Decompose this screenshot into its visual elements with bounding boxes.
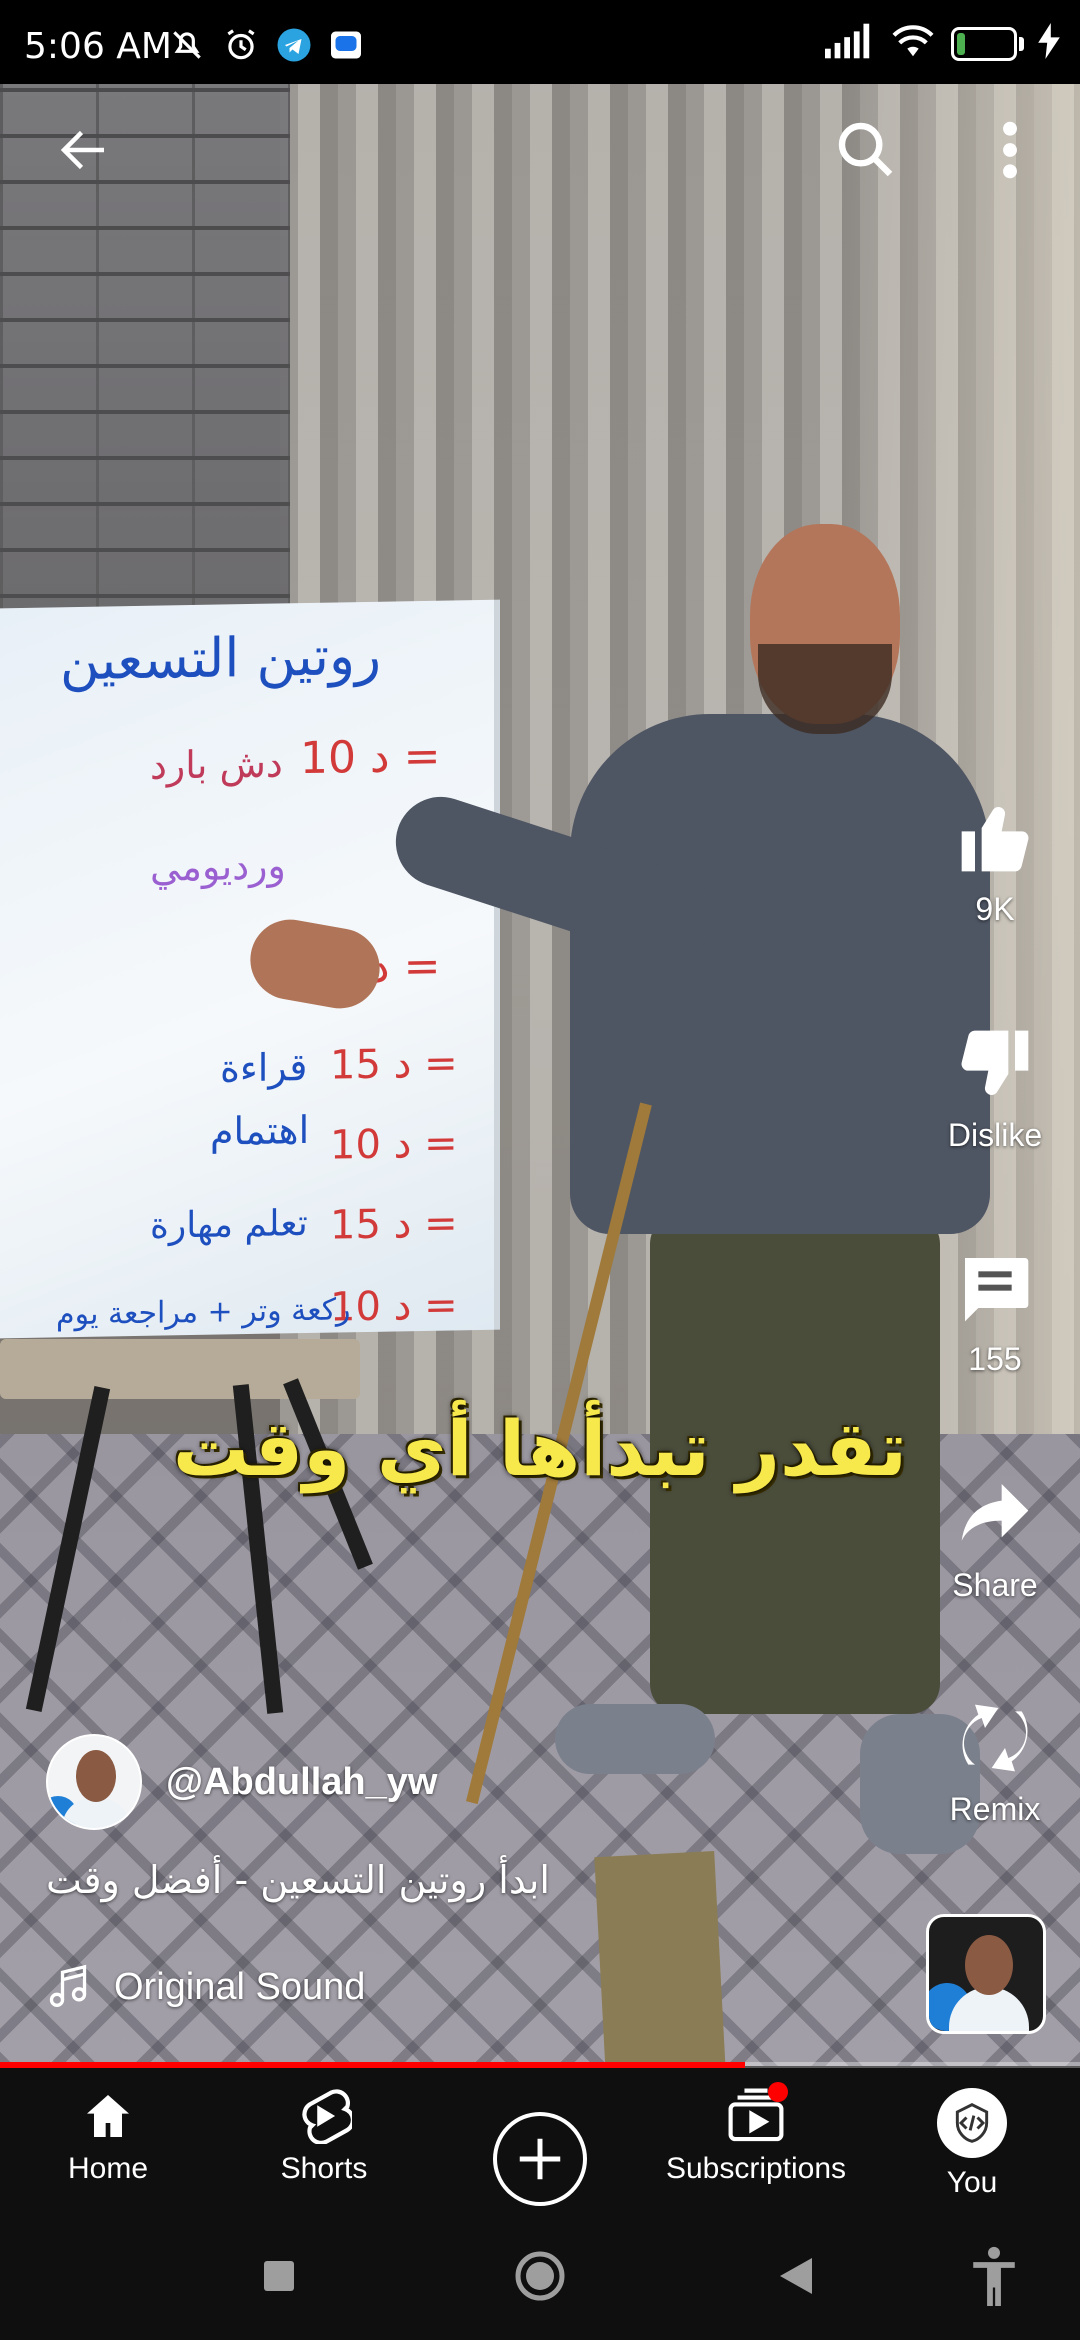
easel-stool (0, 1339, 360, 1399)
triangle-back-icon (780, 2258, 812, 2294)
dislike-button[interactable]: Dislike (910, 1024, 1080, 1154)
back-button[interactable] (44, 110, 124, 190)
mute-icon (168, 26, 206, 69)
telegram-icon (276, 27, 312, 68)
battery-percent: 14 (968, 31, 1000, 56)
search-icon (838, 122, 893, 177)
shorts-icon (302, 2089, 352, 2144)
like-count: 9K (975, 891, 1015, 927)
alarm-icon (222, 26, 260, 69)
channel-avatar[interactable] (46, 1734, 142, 1830)
remix-icon (962, 1704, 1028, 1772)
whiteboard-task: دش بارد (150, 741, 283, 788)
floor-plank (594, 1851, 726, 2066)
back-arrow-icon (60, 130, 104, 170)
battery-cap (1019, 36, 1024, 51)
sound-row[interactable]: Original Sound (46, 1962, 365, 2012)
whiteboard-task: اهتمام (210, 1107, 310, 1154)
music-note-icon (49, 1964, 87, 2007)
comments-button[interactable]: 155 (910, 1248, 1080, 1378)
nav-label: Subscriptions (665, 2152, 847, 2185)
thumbs-down-icon (961, 1030, 1029, 1096)
charging-icon (1038, 23, 1060, 64)
home-system-button[interactable] (510, 2246, 570, 2306)
notification-dot (768, 2082, 788, 2102)
whiteboard-task: تعلم مهارة (150, 1202, 308, 1247)
sound-label: Original Sound (114, 1965, 366, 2008)
thumb-face (965, 1935, 1013, 1995)
nav-create[interactable] (432, 2068, 648, 2210)
comment-icon (965, 1258, 1029, 1322)
sound-thumbnail[interactable] (926, 1914, 1046, 2034)
video-title[interactable]: ابدأ روتين التسعين - أفضل وقت (46, 1858, 550, 1902)
create-button[interactable] (493, 2112, 587, 2206)
home-icon (87, 2095, 129, 2137)
wifi-icon (889, 22, 937, 65)
status-icons-right: 14 (825, 22, 1060, 65)
presenter-foot (555, 1704, 715, 1774)
status-time: 5:06 AM (24, 26, 172, 67)
share-label: Share (952, 1567, 1038, 1603)
whiteboard-title: روتين التسعين (60, 623, 382, 693)
like-button[interactable]: 9K (910, 798, 1080, 928)
share-button[interactable]: Share (910, 1474, 1080, 1604)
nav-subscriptions[interactable]: Subscriptions (648, 2068, 864, 2210)
whiteboard-task: قراءة (220, 1044, 308, 1091)
status-bar: 5:06 AM 14 (0, 0, 1080, 84)
remix-label: Remix (949, 1791, 1041, 1827)
remix-button[interactable]: Remix (910, 1698, 1080, 1828)
nav-label: Shorts (280, 2152, 368, 2185)
nav-shorts[interactable]: Shorts (216, 2068, 432, 2210)
circle-icon (515, 2251, 565, 2301)
signal-icon (825, 23, 875, 64)
channel-handle[interactable]: @Abdullah_yw (166, 1761, 437, 1804)
video-progress-fill (0, 2062, 746, 2068)
whiteboard-task: ركعة وتر + مراجعة يوم (56, 1292, 351, 1333)
comment-count: 155 (968, 1341, 1022, 1377)
square-icon (264, 2261, 294, 2291)
dislike-label: Dislike (947, 1117, 1043, 1153)
whiteboard-task: ورديومي (150, 843, 286, 890)
channel-row[interactable]: @Abdullah_yw (46, 1734, 437, 1830)
back-system-button[interactable] (766, 2246, 826, 2306)
video-progress-bar[interactable] (0, 2062, 1080, 2068)
battery-icon: 14 (951, 26, 1017, 61)
status-icons-left (168, 26, 364, 69)
recents-button[interactable] (249, 2246, 309, 2306)
search-button[interactable] (826, 110, 906, 190)
nav-label: Home (67, 2152, 149, 2185)
plus-icon (519, 2138, 561, 2180)
message-icon (328, 27, 364, 68)
nav-home[interactable]: Home (0, 2068, 216, 2210)
share-icon (961, 1484, 1029, 1541)
avatar-face (76, 1750, 116, 1802)
thumbs-up-icon (961, 806, 1029, 872)
